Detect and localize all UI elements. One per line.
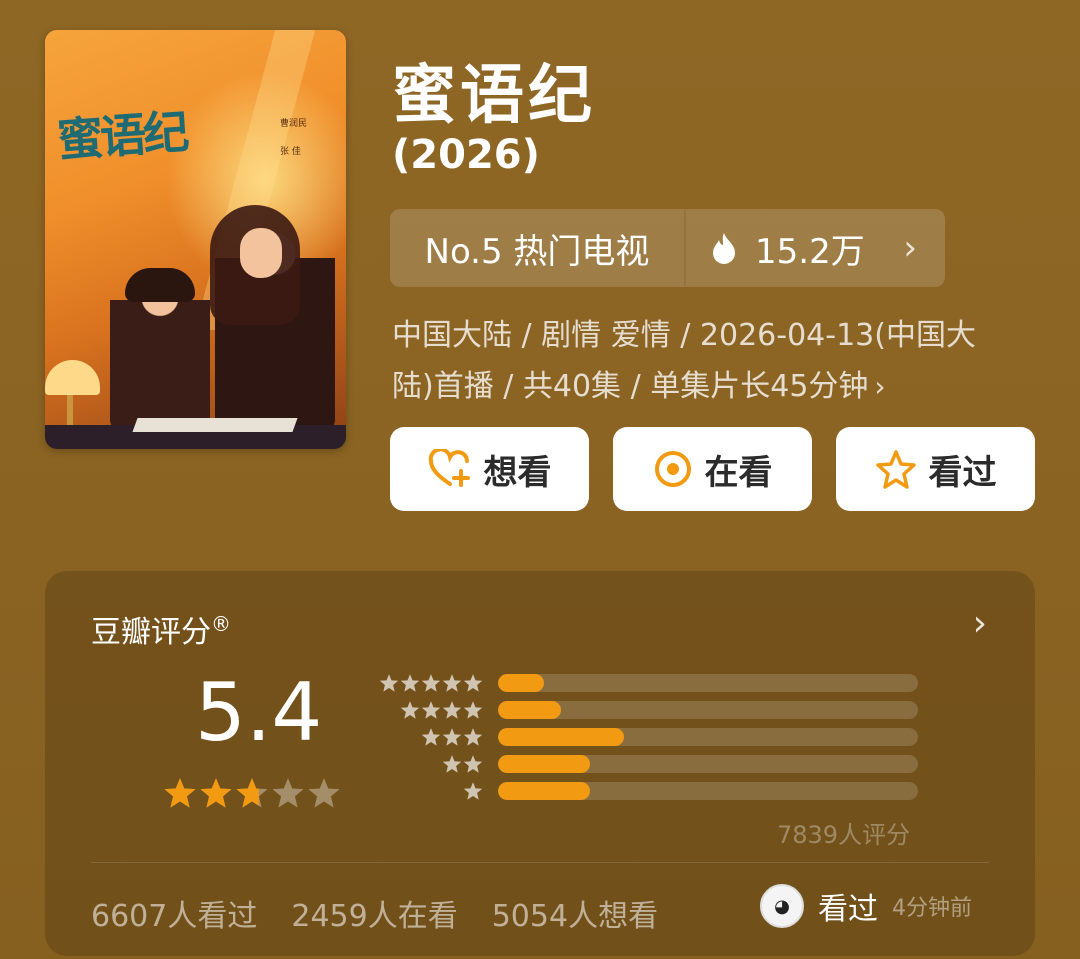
rating-distribution xyxy=(375,669,918,804)
registered-mark: ® xyxy=(211,612,231,636)
bar-stars xyxy=(375,673,483,693)
poster-credit: 曹润民 xyxy=(280,119,308,129)
bar-star xyxy=(442,700,462,719)
bar-star xyxy=(463,754,483,773)
action-buttons: 想看 在看 看过 xyxy=(390,427,1035,511)
watched-count[interactable]: 6607人看过 xyxy=(91,891,257,935)
bar-star xyxy=(379,673,399,692)
heart-plus-icon xyxy=(428,449,470,487)
chevron-right-icon[interactable]: › xyxy=(973,603,987,644)
divider xyxy=(91,862,989,863)
rating-bar-track xyxy=(498,781,918,800)
bar-star xyxy=(421,727,441,746)
rating-bar-row-5 xyxy=(375,669,918,696)
star-outline-icon xyxy=(875,450,916,489)
rating-label: 豆瓣评分 xyxy=(91,615,211,650)
want-to-watch-label: 想看 xyxy=(483,452,552,493)
watching-count[interactable]: 2459人在看 xyxy=(291,891,457,935)
page-title: 蜜语纪 xyxy=(392,59,596,133)
watch-stats: 6607人看过 2459人在看 5054人想看 xyxy=(91,891,658,935)
score-stars xyxy=(163,776,341,810)
meta-text: 中国大陆 / 剧情 爱情 / 2026-04-13(中国大陆)首播 / 共40集… xyxy=(392,318,976,404)
score-star xyxy=(236,778,268,808)
rating-bar-fill xyxy=(498,781,591,800)
rating-bar-row-2 xyxy=(375,750,918,777)
rating-bar-fill xyxy=(498,754,591,773)
rating-bar-fill xyxy=(498,673,545,692)
bar-star xyxy=(421,673,441,692)
chevron-right-icon: › xyxy=(874,370,886,403)
rating-bar-track xyxy=(498,727,918,746)
watched-button[interactable]: 看过 xyxy=(836,427,1035,511)
bar-stars xyxy=(375,754,483,774)
rating-bar-track xyxy=(498,754,918,773)
movie-detail-page: 蜜语纪 曹润民 张 佳 蜜语纪 (2026) No.5 热门电视 15.2万 ›… xyxy=(0,0,1080,959)
bar-stars xyxy=(375,700,483,720)
watched-label: 看过 xyxy=(928,452,997,493)
rank-label: No.5 热门电视 xyxy=(390,209,686,287)
rating-card[interactable]: 豆瓣评分® › 5.4 7839人评分 6607人看过 2459人在看 5054… xyxy=(45,571,1035,956)
poster-image[interactable]: 蜜语纪 曹润民 张 佳 xyxy=(45,30,346,449)
heat-value: 15.2万 xyxy=(755,231,865,272)
bar-star xyxy=(442,673,462,692)
bar-stars xyxy=(375,781,483,801)
fire-icon xyxy=(713,233,735,264)
release-year: (2026) xyxy=(392,132,540,178)
poster-figure-man-hair xyxy=(125,268,195,302)
rating-bar-row-4 xyxy=(375,696,918,723)
avatar: ◕ xyxy=(760,884,804,928)
poster-lamp xyxy=(45,360,100,395)
ranking-chip[interactable]: No.5 热门电视 15.2万 › xyxy=(390,209,945,287)
bar-star xyxy=(463,700,483,719)
bar-star xyxy=(400,700,420,719)
poster-credits: 曹润民 张 佳 xyxy=(280,110,307,166)
bar-star xyxy=(442,727,462,746)
rating-bar-track xyxy=(498,673,918,692)
rating-bar-fill xyxy=(498,700,561,719)
bar-star xyxy=(463,727,483,746)
bar-stars xyxy=(375,727,483,747)
bar-star xyxy=(463,781,483,800)
bar-star xyxy=(463,673,483,692)
vote-count: 7839人评分 xyxy=(777,821,911,849)
watching-button[interactable]: 在看 xyxy=(613,427,812,511)
rating-bar-track xyxy=(498,700,918,719)
want-to-watch-button[interactable]: 想看 xyxy=(390,427,589,511)
poster-figure-woman-face xyxy=(240,228,282,278)
rating-score: 5.4 xyxy=(195,666,323,759)
meta-info[interactable]: 中国大陆 / 剧情 爱情 / 2026-04-13(中国大陆)首播 / 共40集… xyxy=(392,310,1012,412)
bar-star xyxy=(442,754,462,773)
score-star xyxy=(200,778,232,808)
bar-star xyxy=(421,700,441,719)
bar-star xyxy=(400,673,420,692)
want-count[interactable]: 5054人想看 xyxy=(492,891,658,935)
poster-paper xyxy=(132,418,298,432)
rating-bar-fill xyxy=(498,727,624,746)
target-icon xyxy=(654,451,691,487)
rating-bar-row-3 xyxy=(375,723,918,750)
watching-label: 在看 xyxy=(704,452,773,493)
friend-time: 4分钟前 xyxy=(892,896,972,921)
friend-activity[interactable]: ◕ 看过 4分钟前 xyxy=(760,884,972,928)
score-star xyxy=(164,778,196,808)
rating-bar-row-1 xyxy=(375,777,918,804)
poster-title-art: 蜜语纪 xyxy=(55,104,188,168)
poster-credit: 张 佳 xyxy=(280,147,301,157)
rating-card-title: 豆瓣评分® xyxy=(91,607,231,651)
heat-section: 15.2万 › xyxy=(686,224,945,273)
score-star xyxy=(272,778,304,808)
score-star xyxy=(308,778,340,808)
chevron-right-icon: › xyxy=(903,228,917,268)
friend-action: 看过 xyxy=(818,892,878,927)
